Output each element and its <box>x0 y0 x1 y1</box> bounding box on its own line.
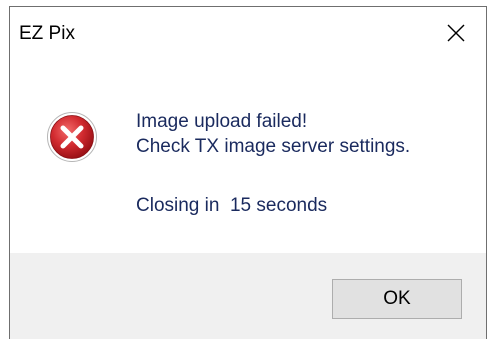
error-message: Image upload failed! Check TX image serv… <box>136 109 410 159</box>
window-title: EZ Pix <box>19 23 75 44</box>
button-bar: OK <box>10 253 486 339</box>
title-bar[interactable]: EZ Pix <box>10 7 486 59</box>
close-icon <box>447 24 465 42</box>
message-line-1: Image upload failed! <box>136 111 308 132</box>
countdown-text: Closing in 15 seconds <box>136 195 328 216</box>
close-button[interactable] <box>426 7 486 59</box>
message-dialog: EZ Pix Image upload failed! Check TX ima… <box>9 6 487 339</box>
dialog-content: Image upload failed! Check TX image serv… <box>10 59 486 253</box>
ok-button[interactable]: OK <box>332 279 462 319</box>
error-icon <box>47 112 97 162</box>
message-line-2: Check TX image server settings. <box>136 136 411 157</box>
